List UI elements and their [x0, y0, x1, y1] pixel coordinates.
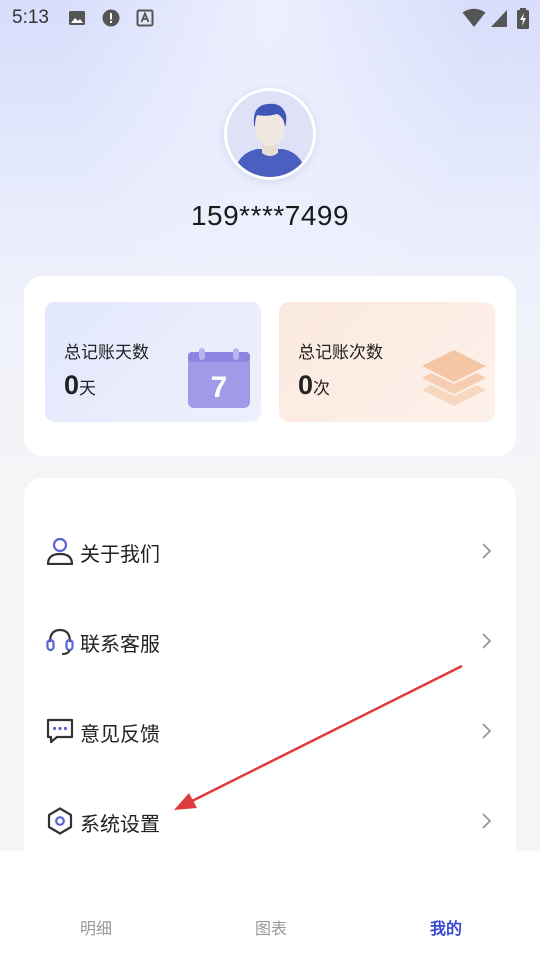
stat-total-count: 总记账次数 0次 — [279, 302, 495, 422]
chevron-right-icon — [482, 723, 492, 739]
settings-icon — [47, 807, 73, 835]
user-avatar-icon — [227, 91, 313, 177]
status-bar: 5:13 — [0, 0, 540, 36]
chevron-right-icon — [482, 633, 492, 649]
tab-mine[interactable]: 我的 — [430, 915, 462, 939]
stats-card: 总记账天数 0天 7 总记账次数 0次 — [24, 276, 516, 456]
calendar-icon: 7 — [188, 348, 250, 408]
headset-icon — [46, 628, 74, 655]
wifi-icon — [462, 8, 486, 27]
menu-card: 关于我们 联系客服 意见反馈 系统设置 — [24, 478, 516, 898]
tab-details[interactable]: 明细 — [80, 915, 112, 939]
stat-total-days: 总记账天数 0天 7 — [45, 302, 261, 422]
status-time: 5:13 — [12, 7, 49, 28]
stat-days-unit: 天 — [79, 379, 97, 399]
layers-icon — [422, 350, 486, 406]
keyboard-a-icon — [136, 9, 154, 27]
stat-count-unit: 次 — [313, 379, 331, 399]
stat-count-value: 0次 — [298, 370, 331, 400]
chat-icon — [46, 718, 74, 744]
menu-label-feedback: 意见反馈 — [80, 722, 160, 746]
stat-count-label: 总记账次数 — [298, 343, 383, 363]
menu-label-contact-support: 联系客服 — [80, 632, 160, 656]
menu-label-system-settings: 系统设置 — [80, 812, 160, 836]
bottom-navigation: 明细 图表 我的 — [0, 851, 540, 960]
avatar[interactable] — [224, 88, 316, 180]
menu-item-about-us[interactable]: 关于我们 — [24, 506, 516, 596]
user-icon — [46, 537, 74, 565]
signal-icon — [491, 10, 507, 27]
menu-item-feedback[interactable]: 意见反馈 — [24, 686, 516, 776]
phone-number: 159****7499 — [190, 200, 350, 231]
chevron-right-icon — [482, 813, 492, 829]
alert-icon — [102, 9, 120, 27]
battery-charging-icon — [517, 8, 529, 29]
menu-label-about-us: 关于我们 — [80, 542, 160, 566]
svg-text:7: 7 — [211, 371, 228, 404]
stat-days-label: 总记账天数 — [64, 343, 149, 363]
stat-days-value: 0天 — [64, 370, 97, 400]
menu-item-contact-support[interactable]: 联系客服 — [24, 596, 516, 686]
image-icon — [69, 11, 85, 25]
tab-charts[interactable]: 图表 — [255, 915, 287, 939]
chevron-right-icon — [482, 543, 492, 559]
